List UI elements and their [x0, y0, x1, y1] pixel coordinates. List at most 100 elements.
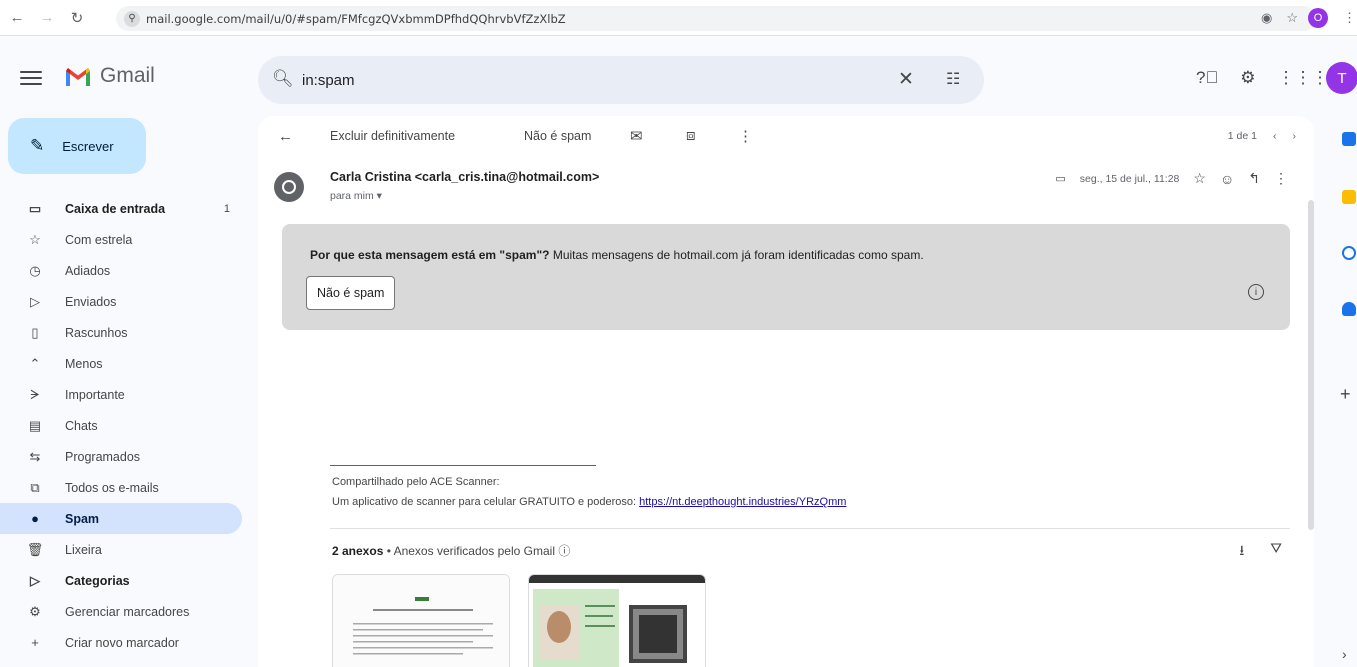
mark-unread-icon[interactable]: ✉ — [630, 127, 643, 145]
sidebar-item-starred[interactable]: ☆ Com estrela — [0, 224, 242, 255]
message-date: seg., 15 de jul., 11:28 — [1079, 172, 1180, 185]
sidebar-item-label: Rascunhos — [65, 325, 128, 340]
back-to-list-icon[interactable]: ← — [278, 128, 293, 145]
delete-forever-button[interactable]: Excluir definitivamente — [330, 129, 455, 143]
reload-icon[interactable]: ↻ — [64, 5, 90, 31]
spam-icon: ● — [31, 511, 39, 526]
sidebar-item-label: Programados — [65, 449, 141, 464]
browser-menu-icon[interactable]: ⋮ — [1343, 10, 1356, 26]
sidebar-item-sent[interactable]: ▷ Enviados — [0, 286, 242, 317]
sidebar-item-inbox[interactable]: ▭ Caixa de entrada 1 — [0, 193, 242, 224]
sidebar-item-drafts[interactable]: ▯ Rascunhos — [0, 317, 242, 348]
sidebar-item-label: Todos os e-mails — [65, 480, 159, 495]
get-addons-plus-icon[interactable]: + — [1340, 384, 1351, 405]
draft-icon: ▯ — [31, 324, 39, 340]
not-spam-button[interactable]: Não é spam — [306, 276, 396, 310]
newer-chevron-icon[interactable]: ‹ — [1273, 130, 1277, 142]
url-text[interactable]: mail.google.com/mail/u/0/#spam/FMfcgzQVx… — [146, 12, 566, 26]
signature-line-1: Compartilhado pelo ACE Scanner: — [332, 476, 500, 488]
gear-icon: ⚙ — [29, 603, 41, 619]
attachment-icon: ▭ — [1055, 173, 1066, 185]
sidebar-item-scheduled[interactable]: ⇆ Programados — [0, 441, 242, 472]
address-bar[interactable]: ⚲ mail.google.com/mail/u/0/#spam/FMfcgzQ… — [116, 6, 1316, 31]
clear-search-icon[interactable]: ✕ — [898, 68, 914, 91]
search-input[interactable] — [302, 68, 862, 92]
search-options-icon[interactable]: ☷ — [946, 69, 960, 89]
sidebar-item-snoozed[interactable]: ◷ Adiados — [0, 255, 242, 286]
forward-arrow-icon[interactable]: → — [34, 5, 60, 31]
sidebar-item-trash[interactable]: 🗑︎ Lixeira — [0, 534, 242, 565]
site-info-icon[interactable]: ⚲ — [124, 10, 140, 27]
star-icon[interactable]: ☆ — [1193, 170, 1206, 187]
sidebar-item-label: Lixeira — [65, 542, 102, 557]
not-spam-toolbar-button[interactable]: Não é spam — [524, 129, 591, 143]
more-options-icon[interactable]: ⋮ — [738, 127, 753, 145]
recipient-line[interactable]: para mim ▾ — [330, 190, 382, 202]
chat-icon: ▤ — [28, 417, 42, 433]
download-all-icon[interactable]: ⭳ — [1239, 540, 1244, 564]
pencil-icon: ✎ — [30, 136, 45, 155]
search-icon[interactable]: 🔍︎ — [272, 69, 294, 89]
keep-icon[interactable] — [1342, 190, 1356, 204]
plus-icon: + — [31, 635, 39, 650]
trash-icon: 🗑︎ — [26, 541, 44, 557]
spam-warning-text: Por que esta mensagem está em "spam"? Mu… — [310, 248, 924, 262]
sidebar-item-label: Categorias — [65, 573, 130, 588]
signature-link[interactable]: https://nt.deepthought.industries/YRzQmm — [639, 496, 846, 508]
apps-grid-icon[interactable]: ⋮⋮⋮ — [1277, 68, 1328, 88]
sidebar-item-label: Importante — [65, 387, 125, 402]
add-to-drive-icon[interactable]: ⛛ — [1270, 540, 1282, 564]
eye-icon[interactable]: ◉ — [1261, 10, 1272, 26]
message-panel: ← Excluir definitivamente Não é spam ✉ ⧈… — [258, 116, 1314, 667]
show-side-panel-chevron-icon[interactable]: › — [1342, 646, 1347, 662]
sender-name[interactable]: Carla Cristina <carla_cris.tina@hotmail.… — [330, 170, 599, 184]
attachments-divider — [330, 528, 1290, 529]
message-more-icon[interactable]: ⋮ — [1274, 170, 1288, 187]
browser-toolbar: ← → ↻ ⚲ mail.google.com/mail/u/0/#spam/F… — [0, 0, 1357, 36]
all-mail-icon: ⧉ — [30, 479, 40, 495]
sender-avatar[interactable] — [274, 172, 304, 202]
sidebar-item-label: Criar novo marcador — [65, 635, 179, 650]
chevron-up-icon: ⌃ — [29, 355, 41, 371]
star-icon: ☆ — [29, 231, 41, 247]
sidebar-item-important[interactable]: ᗒ Importante — [0, 379, 242, 410]
sidebar-item-label: Chats — [65, 418, 98, 433]
attachment-thumbnail-document[interactable] — [332, 574, 510, 667]
move-to-icon[interactable]: ⧈ — [686, 127, 696, 144]
settings-gear-icon[interactable]: ⚙ — [1240, 68, 1255, 88]
sidebar-nav: ▭ Caixa de entrada 1 ☆ Com estrela ◷ Adiados… — [0, 193, 256, 658]
older-chevron-icon[interactable]: › — [1293, 130, 1297, 142]
signature-line-2: Um aplicativo de scanner para celular GR… — [332, 496, 847, 508]
sidebar-item-create-label[interactable]: + Criar novo marcador — [0, 627, 242, 658]
help-icon[interactable]: ?⃝ — [1196, 68, 1218, 88]
bookmark-star-icon[interactable]: ☆ — [1286, 10, 1298, 26]
compose-button[interactable]: ✎ Escrever — [8, 118, 146, 174]
message-scrollbar[interactable] — [1308, 200, 1314, 530]
browser-profile-avatar[interactable]: O — [1308, 8, 1328, 28]
contacts-icon[interactable] — [1342, 302, 1356, 316]
sidebar-item-spam[interactable]: ● Spam — [0, 503, 242, 534]
tasks-icon[interactable] — [1342, 246, 1356, 260]
account-avatar[interactable]: T — [1326, 62, 1357, 94]
search-bar[interactable]: 🔍︎ ✕ ☷ — [258, 56, 984, 104]
compose-label: Escrever — [62, 138, 114, 154]
attachment-thumbnail-id-card[interactable] — [528, 574, 706, 667]
sidebar-item-label: Spam — [65, 511, 100, 526]
sidebar-item-manage-labels[interactable]: ⚙ Gerenciar marcadores — [0, 596, 242, 627]
sidebar-item-all-mail[interactable]: ⧉ Todos os e-mails — [0, 472, 242, 503]
reply-icon[interactable]: ↰ — [1248, 170, 1260, 187]
main-menu-icon[interactable] — [20, 68, 42, 88]
gmail-m-icon — [66, 68, 90, 86]
calendar-icon[interactable] — [1342, 132, 1356, 146]
sidebar-item-categories[interactable]: ▷ Categorias — [0, 565, 242, 596]
sidebar-item-less[interactable]: ⌃ Menos — [0, 348, 242, 379]
sidebar-item-chats[interactable]: ▤ Chats — [0, 410, 242, 441]
info-icon[interactable]: i — [1248, 284, 1264, 300]
emoji-reaction-icon[interactable]: ☺ — [1220, 171, 1234, 187]
gmail-logo[interactable]: Gmail — [64, 64, 155, 88]
gmail-wordmark: Gmail — [100, 64, 155, 87]
attachments-header: 2 anexos • Anexos verificados pelo Gmail… — [332, 544, 571, 558]
side-panel: + › — [1336, 116, 1357, 667]
spam-warning-banner: Por que esta mensagem está em "spam"? Mu… — [282, 224, 1290, 330]
back-arrow-icon[interactable]: ← — [4, 5, 30, 31]
